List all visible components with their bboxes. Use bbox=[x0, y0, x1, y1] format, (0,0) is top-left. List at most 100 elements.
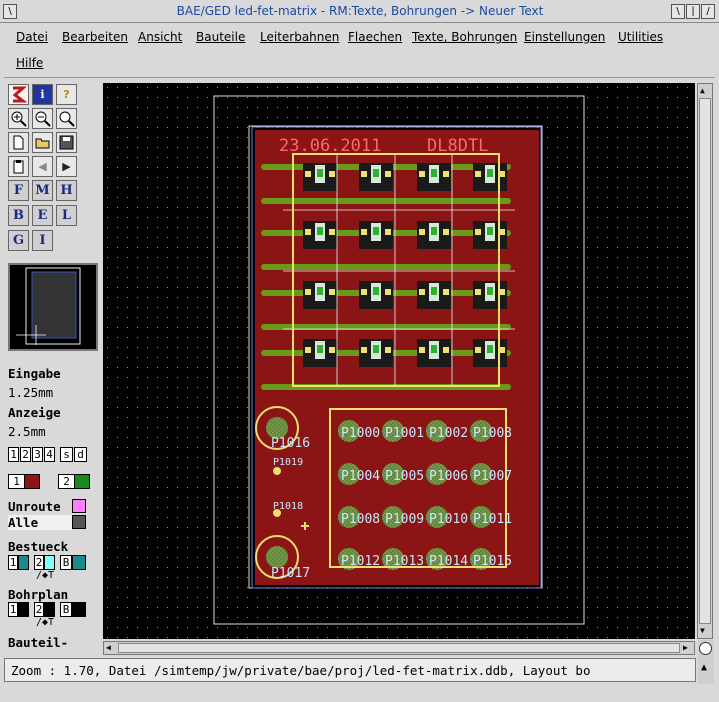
menu-einstellungen[interactable]: Einstellungen bbox=[524, 30, 605, 44]
grid-option-4[interactable]: 4 bbox=[44, 447, 55, 462]
unroute-color-swatch[interactable] bbox=[72, 499, 86, 513]
scroll-left-icon[interactable]: ◀ bbox=[106, 643, 116, 653]
close-button[interactable]: / bbox=[701, 4, 715, 19]
arrow-left-icon[interactable]: ◀ bbox=[32, 156, 53, 177]
pad-label: P1011 bbox=[473, 512, 512, 527]
pad-label: P1019 bbox=[273, 457, 303, 468]
grid-option-s[interactable]: s bbox=[60, 447, 73, 462]
pcb-drawing[interactable]: 23.06.2011 DL8DTL P1016P1019P1018P1017P1… bbox=[103, 83, 695, 639]
pad-label: P1017 bbox=[271, 566, 310, 581]
clipboard-icon[interactable] bbox=[8, 156, 29, 177]
grid-option-3[interactable]: 3 bbox=[32, 447, 43, 462]
menu-ansicht[interactable]: Ansicht bbox=[138, 30, 182, 44]
scroll-up-icon[interactable]: ▲ bbox=[700, 86, 710, 95]
help-icon[interactable]: ? bbox=[56, 84, 77, 105]
pad-label: P1006 bbox=[429, 469, 468, 484]
menu-datei[interactable]: Datei bbox=[16, 30, 48, 44]
bohrplan-label: Bohrplan bbox=[8, 587, 69, 602]
scroll-right-icon[interactable]: ▶ bbox=[683, 643, 693, 653]
bohrplan-opt-2[interactable]: 2 bbox=[34, 602, 44, 617]
layer-button-i[interactable]: I bbox=[32, 230, 53, 251]
led-cell bbox=[303, 281, 337, 309]
info-icon[interactable]: i bbox=[32, 84, 53, 105]
bestueck-label: Bestueck bbox=[8, 539, 69, 554]
led-cell bbox=[473, 339, 507, 367]
alle-label[interactable]: Alle bbox=[8, 515, 72, 530]
menu-hilfe[interactable]: Hilfe bbox=[16, 56, 43, 70]
layer-button-m[interactable]: M bbox=[32, 180, 53, 201]
pad-label: P1004 bbox=[341, 469, 380, 484]
menu-utilities[interactable]: Utilities bbox=[618, 30, 663, 44]
alle-color-swatch[interactable] bbox=[72, 515, 86, 529]
arrow-right-icon[interactable]: ▶ bbox=[56, 156, 77, 177]
layer-button-e[interactable]: E bbox=[32, 205, 53, 226]
bohrplan-swatch-1[interactable] bbox=[18, 602, 29, 617]
horizontal-scrollbar[interactable]: ◀ ▶ bbox=[103, 641, 695, 655]
radio-indicator-icon[interactable] bbox=[699, 642, 712, 655]
pad-label: P1012 bbox=[341, 554, 380, 569]
layer-button-b[interactable]: B bbox=[8, 205, 29, 226]
menu-bauteile[interactable]: Bauteile bbox=[196, 30, 245, 44]
zoom-fit-icon[interactable] bbox=[56, 108, 77, 129]
overview-preview[interactable] bbox=[8, 263, 98, 351]
bestueck-swatch-b[interactable] bbox=[72, 555, 86, 570]
pad-label: P1015 bbox=[473, 554, 512, 569]
bestueck-swatch-1[interactable] bbox=[18, 555, 29, 570]
led-cell bbox=[473, 163, 507, 191]
grid-option-2[interactable]: 2 bbox=[20, 447, 31, 462]
grid-option-1[interactable]: 1 bbox=[8, 447, 19, 462]
bohrplan-swatch-b[interactable] bbox=[72, 602, 86, 617]
layer2-label[interactable]: 2 bbox=[58, 474, 74, 489]
maximize-button[interactable]: | bbox=[686, 4, 700, 19]
window-menu-button[interactable]: \ bbox=[3, 4, 17, 19]
pad-label: P1000 bbox=[341, 426, 380, 441]
status-arrow-up-icon[interactable]: ▲ bbox=[701, 662, 710, 676]
bestueck-opt-2[interactable]: 2 bbox=[34, 555, 44, 570]
layer1-color-swatch[interactable] bbox=[24, 474, 40, 489]
window-title: BAE/GED led-fet-matrix - RM:Texte, Bohru… bbox=[176, 4, 544, 18]
layer-button-l[interactable]: L bbox=[56, 205, 77, 226]
layer-button-h[interactable]: H bbox=[56, 180, 77, 201]
minimize-button[interactable]: \ bbox=[671, 4, 685, 19]
trace-line bbox=[261, 198, 511, 204]
zoom-in-icon[interactable] bbox=[8, 108, 29, 129]
vertical-scrollbar[interactable]: ▲ ▼ bbox=[697, 83, 713, 639]
led-cell bbox=[303, 221, 337, 249]
led-cell bbox=[359, 163, 393, 191]
unroute-label[interactable]: Unroute bbox=[8, 499, 61, 514]
layer2-color-swatch[interactable] bbox=[74, 474, 90, 489]
menu-bearbeiten[interactable]: Bearbeiten bbox=[62, 30, 128, 44]
new-file-icon[interactable] bbox=[8, 132, 29, 153]
menu-flaechen[interactable]: Flaechen bbox=[348, 30, 402, 44]
tool-panel: i ? ◀ ▶ F M H B E L G I Eingabe 1.25mm A… bbox=[6, 82, 100, 652]
bestueck-opt-b[interactable]: B bbox=[60, 555, 72, 570]
bohrplan-opt-b[interactable]: B bbox=[60, 602, 72, 617]
layer-button-g[interactable]: G bbox=[8, 230, 29, 251]
bauteil-label: Bauteil- bbox=[8, 635, 69, 650]
open-folder-icon[interactable] bbox=[32, 132, 53, 153]
layer-button-f[interactable]: F bbox=[8, 180, 29, 201]
pad-label: P1008 bbox=[341, 512, 380, 527]
shape-icon[interactable] bbox=[8, 84, 29, 105]
bohrplan-opt-1[interactable]: 1 bbox=[8, 602, 18, 617]
pad-label: P1001 bbox=[385, 426, 424, 441]
anzeige-value[interactable]: 2.5mm bbox=[8, 424, 46, 439]
bohrplan-swatch-2[interactable] bbox=[44, 602, 55, 617]
eingabe-value[interactable]: 1.25mm bbox=[8, 385, 53, 400]
grid-option-d[interactable]: d bbox=[74, 447, 87, 462]
trace-line bbox=[261, 264, 511, 270]
scroll-down-icon[interactable]: ▼ bbox=[700, 626, 710, 635]
save-icon[interactable] bbox=[56, 132, 77, 153]
vertical-scroll-thumb[interactable] bbox=[699, 98, 711, 624]
layout-canvas[interactable]: 23.06.2011 DL8DTL P1016 P1019 P1018 P1017 P1… bbox=[103, 83, 695, 639]
menu-leiterbahnen[interactable]: Leiterbahnen bbox=[260, 30, 339, 44]
bestueck-swatch-2[interactable] bbox=[44, 555, 55, 570]
menu-texte-bohrungen[interactable]: Texte, Bohrungen bbox=[412, 30, 517, 44]
bestueck-opt-1[interactable]: 1 bbox=[8, 555, 18, 570]
led-cell bbox=[417, 163, 451, 191]
led-cell bbox=[359, 339, 393, 367]
zoom-out-icon[interactable] bbox=[32, 108, 53, 129]
layer1-label[interactable]: 1 bbox=[8, 474, 24, 489]
pad-label: P1014 bbox=[429, 554, 468, 569]
horizontal-scroll-thumb[interactable] bbox=[118, 643, 680, 653]
